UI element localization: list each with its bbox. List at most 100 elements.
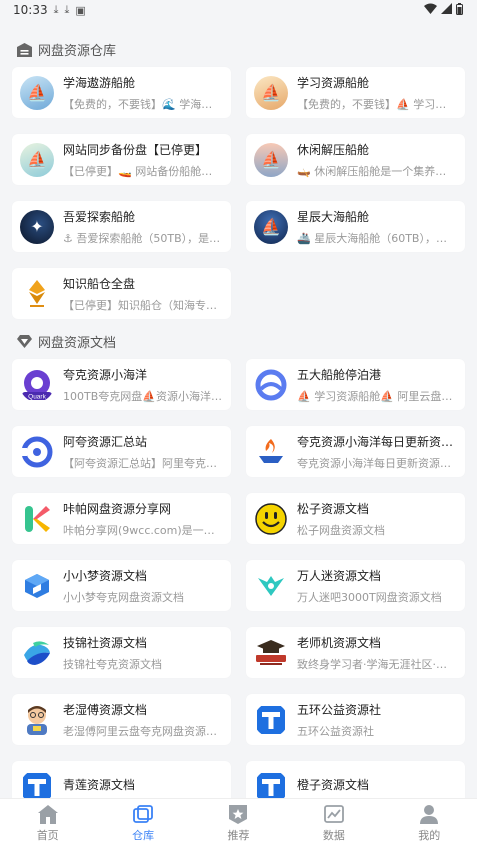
- teacher-logo-icon: [254, 635, 288, 670]
- card-desc: 🛶 休闲解压船舱是一个集养眼资源: [297, 164, 457, 178]
- wave-logo-icon: [20, 635, 54, 670]
- card-title: 星辰大海船舱: [297, 209, 370, 224]
- resource-card[interactable]: 五大船舱停泊港 ⛵ 学习资源船舱⛵ 阿里云盘资源: [246, 359, 465, 410]
- card-title: 知识船仓全盘: [63, 276, 136, 291]
- warehouse-grid: ⛵ 学海遨游船舱 【免费的，不要钱】🌊 学海遨游船舱 ⛵ 学习资源船舱 【免费的…: [0, 67, 477, 319]
- card-desc: 🚢 星辰大海船舱（60TB），收录: [297, 231, 457, 245]
- resource-card[interactable]: 阿夸资源汇总站 【阿夸资源汇总站】阿里夸克网盘: [12, 426, 231, 477]
- card-title: 青莲资源文档: [63, 777, 136, 792]
- wifi-icon: [424, 3, 437, 17]
- boat-fire-icon: [254, 434, 288, 469]
- sea-boat-icon: ⛵: [20, 75, 54, 110]
- card-title: 橙子资源文档: [297, 777, 370, 792]
- warehouse-icon: [16, 42, 32, 58]
- card-desc: ⚓ 吾爱探索船舱（50TB），是一个: [63, 231, 223, 245]
- card-title: 吾爱探索船舱: [63, 209, 136, 224]
- resource-card[interactable]: ⛵ 学海遨游船舱 【免费的，不要钱】🌊 学海遨游船舱: [12, 67, 231, 118]
- tab-label: 推荐: [227, 829, 250, 842]
- resource-card[interactable]: 老师机资源文档 致终身学习者·学海无涯社区·阿里: [246, 627, 465, 678]
- tab-profile[interactable]: 我的: [399, 804, 459, 843]
- resource-card[interactable]: 小小梦资源文档 小小梦夸克网盘资源文档: [12, 560, 231, 611]
- resource-card[interactable]: ⛵ 休闲解压船舱 🛶 休闲解压船舱是一个集养眼资源: [246, 134, 465, 185]
- card-title: 万人迷资源文档: [297, 568, 382, 583]
- resource-card[interactable]: 夸克资源小海洋每日更新资源... 夸克资源小海洋每日更新资源文档: [246, 426, 465, 477]
- card-desc: 老湿傅阿里云盘夸克网盘资源文档: [63, 724, 223, 738]
- card-title: 学习资源船舱: [297, 75, 370, 90]
- knowledge-boat-icon: [20, 276, 54, 311]
- k-logo-icon: [20, 501, 54, 536]
- svg-text:Quark: Quark: [28, 393, 46, 400]
- card-title: 五大船舱停泊港: [297, 367, 382, 382]
- download-icon: ⤓: [53, 3, 59, 16]
- resource-card[interactable]: 咔帕网盘资源分享网 咔帕分享网(9wcc.com)是一个专注: [12, 493, 231, 544]
- card-desc: 致终身学习者·学海无涯社区·阿里: [297, 657, 457, 671]
- card-title: 小小梦资源文档: [63, 568, 148, 583]
- star-sea-boat-icon: ⛵: [254, 209, 288, 244]
- bottom-tab-bar: 首页 仓库 推荐 数据 我的: [0, 798, 477, 848]
- t-logo-icon: [254, 702, 288, 737]
- card-desc: 小小梦夸克网盘资源文档: [63, 590, 184, 604]
- card-title: 网站同步备份盘【已停更】: [63, 142, 208, 157]
- signal-icon: [441, 3, 452, 17]
- resource-card[interactable]: ⛵ 学习资源船舱 【免费的，不要钱】⛵ 学习资源船舱: [246, 67, 465, 118]
- study-boat-icon: ⛵: [254, 75, 288, 110]
- ring-logo-icon: [254, 367, 288, 402]
- tab-warehouse[interactable]: 仓库: [113, 804, 173, 843]
- resource-card[interactable]: 松子资源文档 松子网盘资源文档: [246, 493, 465, 544]
- section-title: 网盘资源文档: [38, 336, 117, 351]
- card-desc: 五环公益资源社: [297, 724, 374, 738]
- tab-home[interactable]: 首页: [18, 804, 78, 843]
- card-title: 五环公益资源社: [297, 702, 382, 717]
- card-desc: 万人迷吧3000T网盘资源文档: [297, 590, 442, 604]
- resource-card[interactable]: 青莲资源文档: [12, 761, 231, 798]
- card-desc: 100TB夸克网盘⛵资源小海洋合集: [63, 389, 223, 403]
- resource-card[interactable]: 万人迷资源文档 万人迷吧3000T网盘资源文档: [246, 560, 465, 611]
- resource-card[interactable]: 技锦社资源文档 技锦社夸克资源文档: [12, 627, 231, 678]
- diamond-icon: [16, 334, 32, 350]
- resource-card[interactable]: 知识船仓全盘 【已停更】知识船仓（知海专属）: [12, 268, 231, 319]
- card-desc: 松子网盘资源文档: [297, 523, 385, 537]
- cartoon-avatar-icon: [20, 702, 54, 737]
- card-desc: 【已停更】知识船仓（知海专属）: [63, 298, 223, 312]
- section-header-warehouse: 网盘资源仓库: [0, 39, 477, 60]
- smiley-icon: [254, 501, 288, 536]
- tab-recommend[interactable]: 推荐: [208, 804, 268, 843]
- home-icon: [37, 804, 59, 824]
- status-time: 10:33: [13, 3, 48, 17]
- resource-card[interactable]: ⛵ 星辰大海船舱 🚢 星辰大海船舱（60TB），收录: [246, 201, 465, 252]
- tab-label: 仓库: [132, 829, 155, 842]
- card-title: 夸克资源小海洋每日更新资源...: [297, 434, 457, 449]
- status-bar: 10:33 ⤓ ⤓ ▣: [0, 0, 477, 20]
- main-content[interactable]: 网盘资源仓库 ⛵ 学海遨游船舱 【免费的，不要钱】🌊 学海遨游船舱 ⛵ 学习资源…: [0, 20, 477, 798]
- card-desc: 【免费的，不要钱】🌊 学海遨游船舱: [63, 97, 223, 111]
- card-title: 夸克资源小海洋: [63, 367, 148, 382]
- tab-label: 数据: [322, 829, 345, 842]
- card-title: 松子资源文档: [297, 501, 370, 516]
- card-desc: 【免费的，不要钱】⛵ 学习资源船舱: [297, 97, 457, 111]
- tab-label: 首页: [36, 829, 59, 842]
- card-desc: 咔帕分享网(9wcc.com)是一个专注: [63, 523, 223, 537]
- resource-card[interactable]: Quark 夸克资源小海洋 100TB夸克网盘⛵资源小海洋合集: [12, 359, 231, 410]
- resource-card[interactable]: 老湿傅资源文档 老湿傅阿里云盘夸克网盘资源文档: [12, 694, 231, 745]
- card-title: 技锦社资源文档: [63, 635, 148, 650]
- resource-card[interactable]: ⛵ 网站同步备份盘【已停更】 【已停更】🚤 网站备份船舱（已停更）: [12, 134, 231, 185]
- card-title: 咔帕网盘资源分享网: [63, 501, 172, 516]
- resource-card[interactable]: 五环公益资源社 五环公益资源社: [246, 694, 465, 745]
- quark-icon: Quark: [20, 367, 54, 402]
- t-logo-icon: [20, 769, 54, 798]
- card-title: 老湿傅资源文档: [63, 702, 148, 717]
- section-title: 网盘资源仓库: [38, 44, 117, 59]
- profile-icon: [418, 804, 440, 824]
- relax-boat-icon: ⛵: [254, 142, 288, 177]
- tab-label: 我的: [418, 829, 441, 842]
- recommend-icon: [227, 804, 249, 824]
- docs-grid: Quark 夸克资源小海洋 100TB夸克网盘⛵资源小海洋合集 五大船舱停泊港 …: [0, 359, 477, 798]
- battery-icon: [456, 2, 463, 18]
- card-title: 老师机资源文档: [297, 635, 382, 650]
- card-desc: 夸克资源小海洋每日更新资源文档: [297, 456, 457, 470]
- resource-card[interactable]: ✦ 吾爱探索船舱 ⚓ 吾爱探索船舱（50TB），是一个: [12, 201, 231, 252]
- card-desc: 技锦社夸克资源文档: [63, 657, 162, 671]
- resource-card[interactable]: 橙子资源文档: [246, 761, 465, 798]
- akua-logo-icon: [20, 434, 54, 469]
- tab-data[interactable]: 数据: [304, 804, 364, 843]
